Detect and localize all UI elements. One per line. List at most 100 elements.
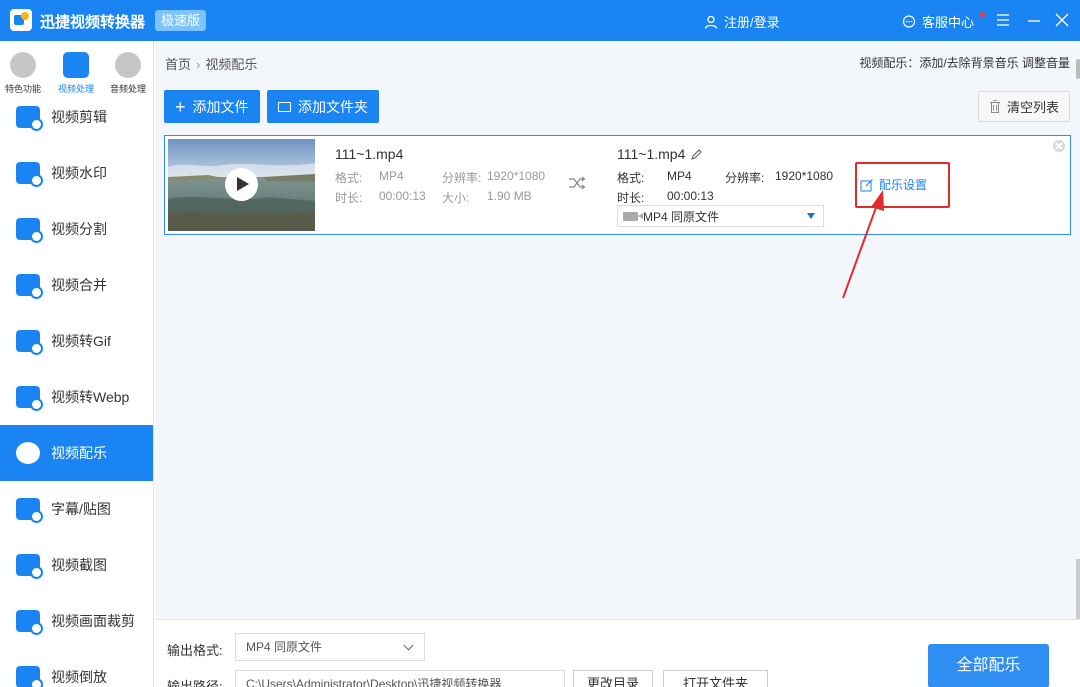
output-format-dropdown-value: MP4 同原文件 bbox=[246, 640, 323, 654]
main-panel: 首页 › 视频配乐 视频配乐：添加/去除背景音乐 调整音量 + 添加文件 添加文件夹 … bbox=[155, 41, 1080, 687]
customer-service-label: 客服中心 bbox=[922, 15, 975, 30]
output-file-name[interactable]: 111~1.mp4 bbox=[617, 146, 703, 162]
output-format-label: 格式: bbox=[617, 171, 645, 185]
change-directory-button[interactable]: 更改目录 bbox=[573, 670, 653, 687]
sidebar-item-video-to-gif[interactable]: 视频转Gif bbox=[0, 313, 153, 369]
video-edit-icon bbox=[16, 106, 43, 131]
breadcrumb: 首页 › 视频配乐 bbox=[165, 54, 257, 73]
tab-video-processing[interactable]: 视频处理 bbox=[53, 52, 99, 95]
breadcrumb-current: 视频配乐 bbox=[205, 57, 258, 72]
source-duration-label: 时长: bbox=[335, 191, 363, 205]
scrollbar-track[interactable] bbox=[1076, 559, 1080, 619]
open-folder-button[interactable]: 打开文件夹 bbox=[663, 670, 768, 687]
add-file-button[interactable]: + 添加文件 bbox=[164, 90, 260, 123]
sidebar-item-video-watermark[interactable]: 视频水印 bbox=[0, 145, 153, 201]
tab-audio-processing-label: 音频处理 bbox=[109, 84, 146, 94]
split-icon bbox=[16, 218, 43, 243]
output-format-select[interactable]: MP4 同原文件 bbox=[617, 205, 824, 227]
output-format-select-value: MP4 同原文件 bbox=[643, 209, 720, 224]
sidebar-item-screenshot[interactable]: 视频截图 bbox=[0, 537, 153, 593]
source-format-label: 格式: bbox=[335, 171, 363, 185]
login-link[interactable]: 注册/登录 bbox=[704, 12, 780, 31]
source-resolution-label: 分辨率: bbox=[442, 171, 482, 185]
folder-icon bbox=[278, 101, 291, 112]
shuffle-icon bbox=[569, 176, 586, 190]
highlight-box bbox=[855, 162, 950, 208]
sidebar-item-video-split[interactable]: 视频分割 bbox=[0, 201, 153, 257]
add-file-label: 添加文件 bbox=[192, 98, 249, 115]
tab-audio-processing[interactable]: 音频处理 bbox=[105, 52, 151, 95]
reverse-icon bbox=[16, 666, 43, 687]
source-size: 1.90 MB bbox=[487, 189, 532, 203]
sidebar-item-crop[interactable]: 视频画面裁剪 bbox=[0, 593, 153, 649]
sidebar-item-video-music[interactable]: 视频配乐 bbox=[0, 425, 153, 481]
output-file-name-text: 111~1.mp4 bbox=[617, 146, 686, 162]
output-format-dropdown[interactable]: MP4 同原文件 bbox=[235, 633, 425, 661]
video-thumbnail[interactable] bbox=[168, 139, 315, 231]
app-title: 迅捷视频转换器 bbox=[40, 14, 146, 31]
edition-badge: 极速版 bbox=[155, 10, 207, 31]
play-icon[interactable] bbox=[225, 168, 258, 201]
close-icon[interactable] bbox=[1053, 11, 1071, 29]
source-resolution: 1920*1080 bbox=[487, 169, 546, 183]
chat-icon bbox=[902, 15, 916, 28]
minimize-icon[interactable] bbox=[1025, 11, 1043, 29]
watermark-icon bbox=[16, 162, 43, 187]
clear-list-button[interactable]: 清空列表 bbox=[977, 91, 1070, 122]
sidebar-item-label: 字幕/贴图 bbox=[51, 501, 111, 517]
output-resolution: 1920*1080 bbox=[775, 169, 834, 183]
star-icon bbox=[10, 52, 36, 78]
feature-hint: 视频配乐：添加/去除背景音乐 调整音量 bbox=[859, 56, 1070, 70]
login-label: 注册/登录 bbox=[724, 15, 780, 30]
tab-featured-label: 特色功能 bbox=[4, 84, 41, 94]
scrollbar[interactable] bbox=[1076, 59, 1080, 79]
sidebar-item-label: 视频转Gif bbox=[51, 333, 111, 349]
sidebar-item-subtitles[interactable]: 字幕/贴图 bbox=[0, 481, 153, 537]
sticker-star-icon bbox=[16, 498, 43, 523]
chevron-down-icon bbox=[403, 640, 414, 651]
webp-icon bbox=[16, 386, 43, 411]
tab-video-processing-label: 视频处理 bbox=[57, 84, 94, 94]
remove-file-icon[interactable] bbox=[1053, 140, 1065, 152]
sidebar-item-label: 视频合并 bbox=[51, 277, 107, 293]
clear-list-label: 清空列表 bbox=[1006, 100, 1059, 115]
source-format: MP4 bbox=[379, 169, 404, 183]
customer-service-link[interactable]: 客服中心 bbox=[902, 12, 974, 31]
sidebar-item-reverse[interactable]: 视频倒放 bbox=[0, 649, 153, 687]
sidebar-item-label: 视频转Webp bbox=[51, 389, 130, 405]
merge-icon bbox=[16, 274, 43, 299]
file-item[interactable]: 111~1.mp4 格式: MP4 分辨率: 1920*1080 时长: 00:… bbox=[164, 135, 1071, 235]
app-logo-icon bbox=[10, 9, 32, 31]
sidebar-item-video-to-webp[interactable]: 视频转Webp bbox=[0, 369, 153, 425]
caret-down-icon bbox=[807, 213, 815, 219]
sidebar-item-label: 视频倒放 bbox=[51, 669, 107, 685]
screenshot-icon bbox=[16, 554, 43, 579]
breadcrumb-home[interactable]: 首页 bbox=[165, 57, 191, 72]
output-duration: 00:00:13 bbox=[667, 189, 714, 203]
source-size-label: 大小: bbox=[442, 191, 470, 205]
chevron-right-icon: › bbox=[196, 57, 201, 72]
hamburger-icon[interactable] bbox=[994, 11, 1012, 29]
music-note-icon bbox=[115, 52, 141, 78]
bottom-bar: 输出格式: MP4 同原文件 输出路径: C:\Users\Administra… bbox=[155, 619, 1080, 687]
sidebar-item-label: 视频剪辑 bbox=[51, 109, 107, 125]
output-resolution-label: 分辨率: bbox=[725, 171, 765, 185]
music-video-icon bbox=[16, 442, 40, 464]
sidebar-item-label: 视频水印 bbox=[51, 165, 107, 181]
sidebar-item-label: 视频配乐 bbox=[51, 445, 107, 461]
sidebar-item-label: 视频画面裁剪 bbox=[51, 613, 135, 629]
user-icon bbox=[704, 15, 718, 29]
output-path-field[interactable]: C:\Users\Administrator\Desktop\迅捷视频转换器 bbox=[235, 670, 565, 687]
sidebar-item-label: 视频截图 bbox=[51, 557, 107, 573]
add-folder-button[interactable]: 添加文件夹 bbox=[267, 90, 379, 123]
source-duration: 00:00:13 bbox=[379, 189, 426, 203]
pencil-icon[interactable] bbox=[691, 149, 703, 160]
output-path-label: 输出路径: bbox=[167, 679, 223, 687]
video-camera-icon bbox=[623, 211, 643, 221]
tab-featured[interactable]: 特色功能 bbox=[0, 52, 46, 95]
output-duration-label: 时长: bbox=[617, 191, 645, 205]
sidebar-item-video-merge[interactable]: 视频合并 bbox=[0, 257, 153, 313]
add-folder-label: 添加文件夹 bbox=[298, 98, 368, 115]
sidebar: 特色功能 视频处理 音频处理 视频剪辑 视频水印 视频分割 视频合并 视频转Gi… bbox=[0, 41, 154, 687]
start-all-button[interactable]: 全部配乐 bbox=[928, 644, 1049, 687]
